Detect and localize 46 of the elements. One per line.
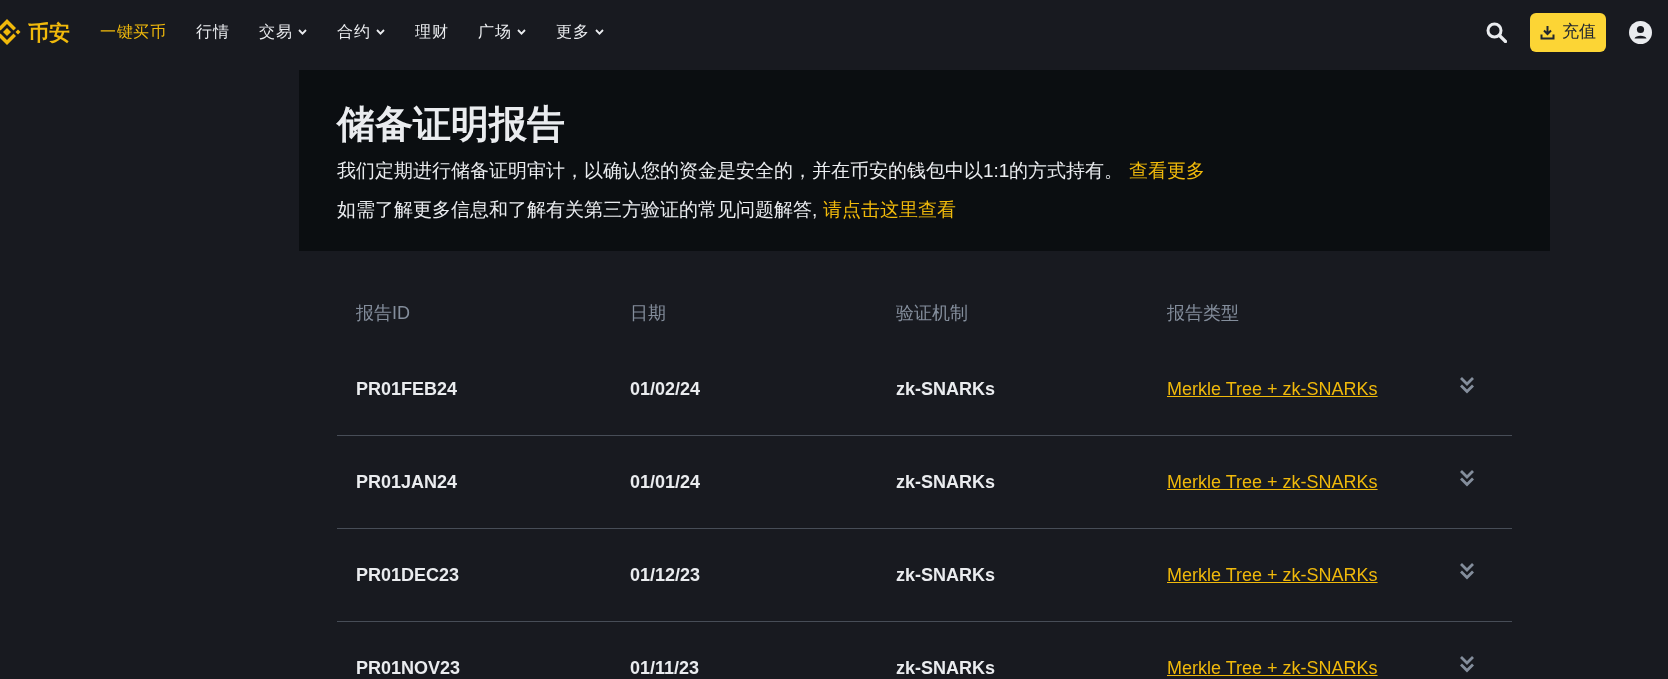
deposit-button[interactable]: 充值 bbox=[1530, 12, 1606, 52]
double-chevron-down-icon[interactable] bbox=[1459, 562, 1475, 580]
caret-icon bbox=[376, 29, 385, 35]
table-cell: 01/12/23 bbox=[630, 564, 701, 585]
double-chevron-down-icon[interactable] bbox=[1459, 655, 1475, 673]
nav-menu-item[interactable]: 交易 bbox=[259, 12, 307, 52]
column-header: 报告ID bbox=[356, 302, 411, 325]
caret-icon bbox=[595, 29, 604, 35]
double-chevron-down-icon[interactable] bbox=[1459, 469, 1475, 487]
table-cell: PR01NOV23 bbox=[356, 657, 461, 678]
report-type-link[interactable]: Merkle Tree + zk-SNARKs bbox=[1167, 378, 1378, 399]
table-cell: zk-SNARKs bbox=[896, 471, 996, 492]
table-cell: 01/11/23 bbox=[630, 657, 700, 678]
download-icon bbox=[1540, 24, 1555, 40]
more-info-link[interactable]: 请点击这里查看 bbox=[823, 196, 957, 224]
report-type-link[interactable]: Merkle Tree + zk-SNARKs bbox=[1167, 564, 1378, 585]
page-title: 储备证明报告 bbox=[337, 102, 566, 147]
nav-menu-item[interactable]: 一键买币 bbox=[100, 12, 166, 52]
nav-menu-item[interactable]: 合约 bbox=[337, 12, 385, 52]
more-info-link[interactable]: 查看更多 bbox=[1129, 157, 1206, 185]
diamond-logo-icon[interactable] bbox=[0, 17, 22, 47]
logo-text[interactable]: 币安 bbox=[28, 21, 70, 43]
table-cell: zk-SNARKs bbox=[896, 564, 996, 585]
description-text: 如需了解更多信息和了解有关第三方验证的常见问题解答, bbox=[337, 198, 818, 222]
account-icon[interactable] bbox=[1629, 20, 1652, 44]
table-cell: PR01DEC23 bbox=[356, 564, 460, 585]
table-cell: PR01JAN24 bbox=[356, 471, 458, 492]
table-cell: 01/01/24 bbox=[630, 471, 701, 492]
search-icon[interactable] bbox=[1486, 21, 1507, 43]
table-cell: PR01FEB24 bbox=[356, 378, 458, 399]
table-cell: 01/02/24 bbox=[630, 378, 701, 399]
nav-menu-item[interactable]: 理财 bbox=[415, 12, 448, 52]
column-header: 报告类型 bbox=[1167, 302, 1240, 325]
caret-icon bbox=[298, 29, 307, 35]
nav-menu-item[interactable]: 行情 bbox=[196, 12, 229, 52]
column-header: 验证机制 bbox=[896, 302, 969, 325]
report-type-link[interactable]: Merkle Tree + zk-SNARKs bbox=[1167, 471, 1378, 492]
column-header: 日期 bbox=[630, 302, 667, 325]
nav-menu-item[interactable]: 更多 bbox=[556, 12, 604, 52]
table-cell: zk-SNARKs bbox=[896, 378, 996, 399]
report-type-link[interactable]: Merkle Tree + zk-SNARKs bbox=[1167, 657, 1378, 678]
table-cell: zk-SNARKs bbox=[896, 657, 996, 678]
double-chevron-down-icon[interactable] bbox=[1459, 376, 1475, 394]
description-text: 我们定期进行储备证明审计，以确认您的资金是安全的，并在币安的钱包中以1:1的方式持有。 bbox=[337, 159, 1124, 183]
nav-menu-item[interactable]: 广场 bbox=[478, 12, 526, 52]
caret-icon bbox=[517, 29, 526, 35]
